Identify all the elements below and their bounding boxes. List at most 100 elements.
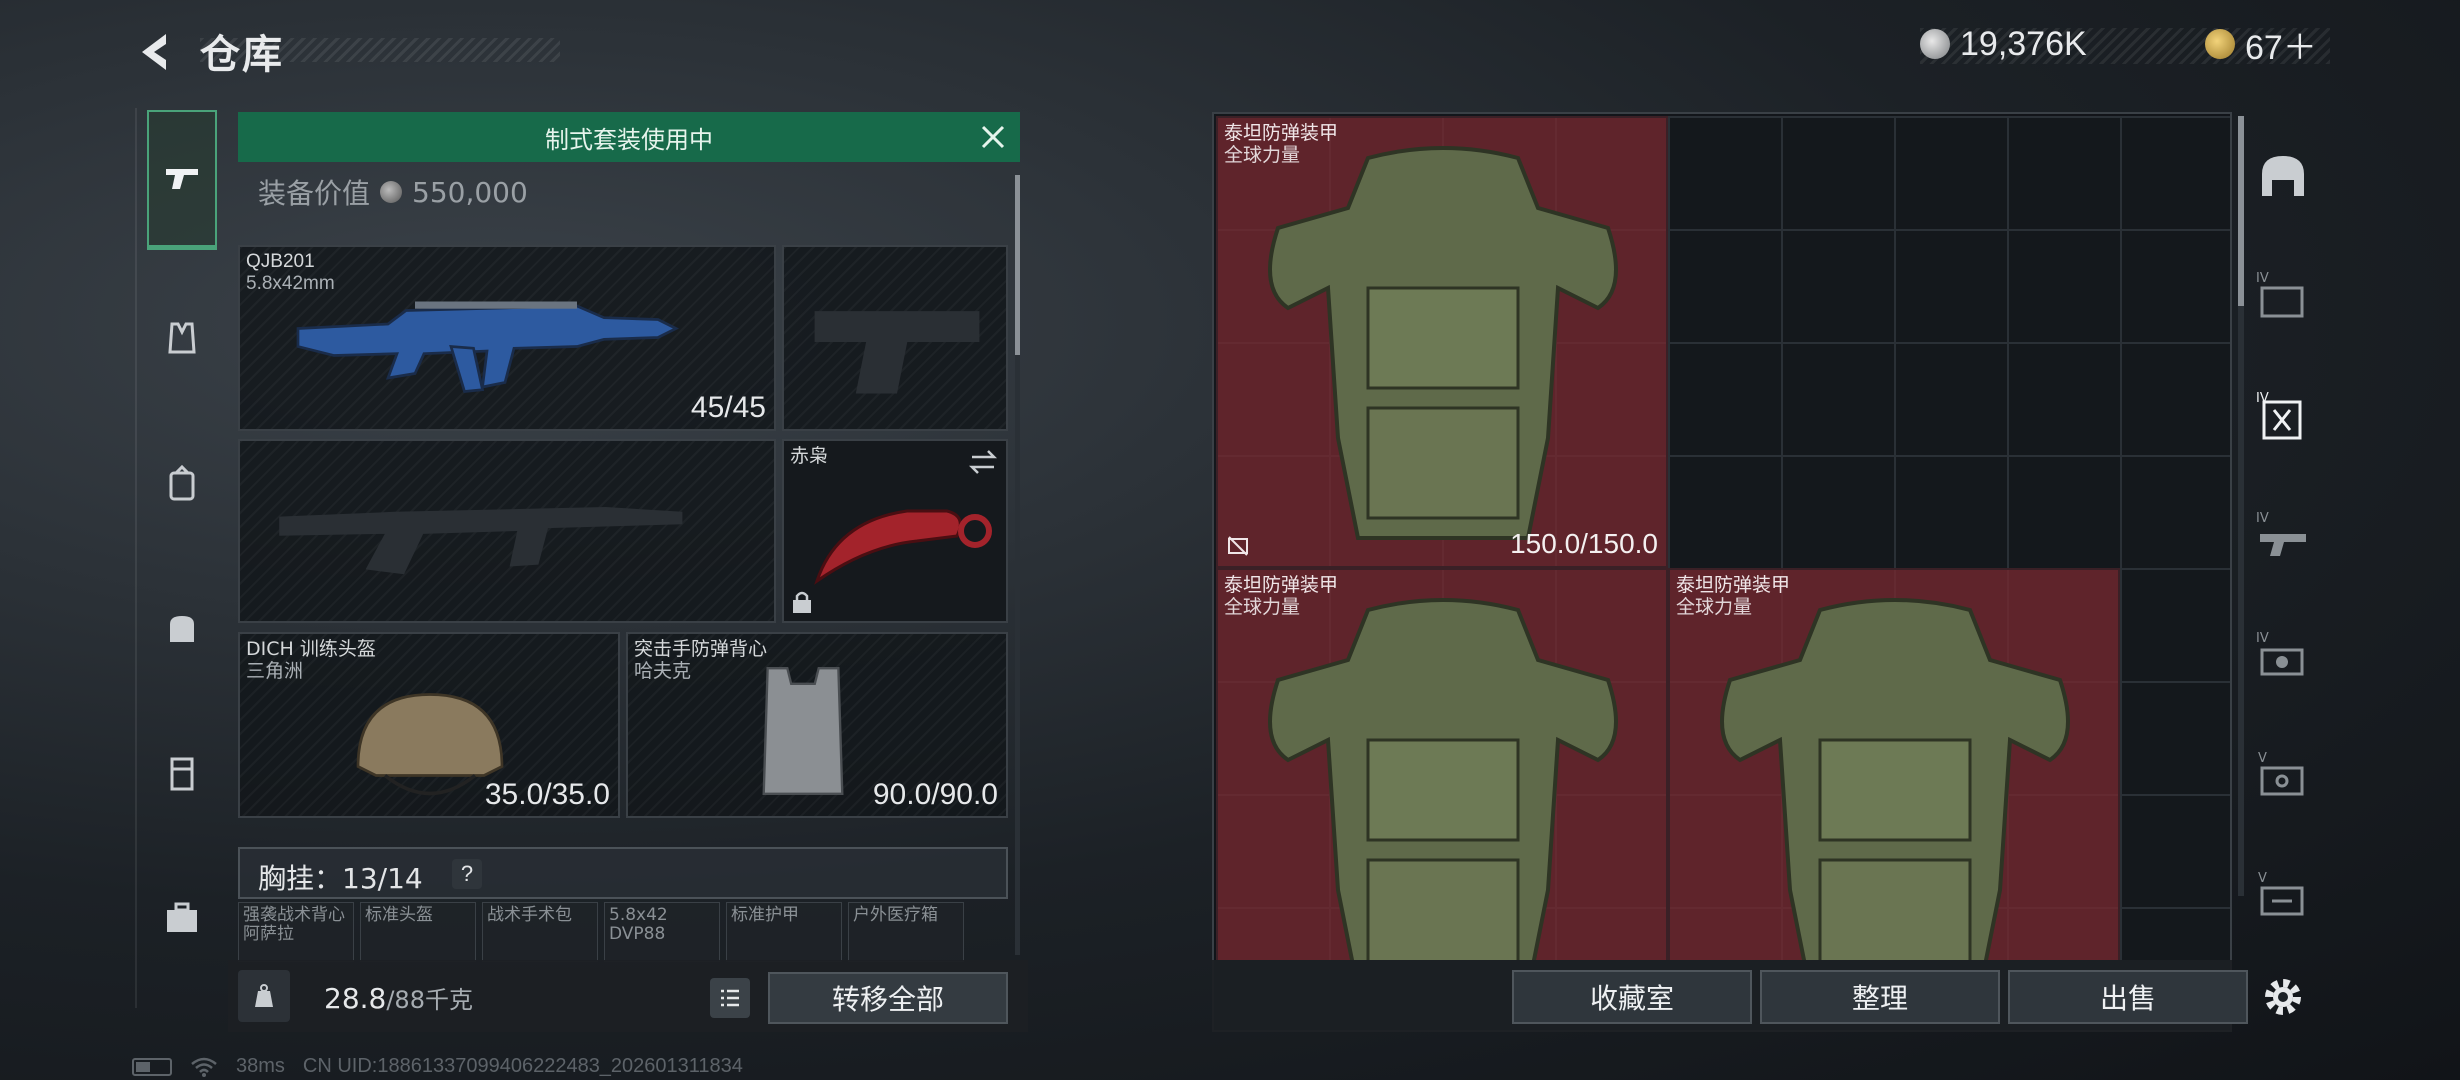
sidearm-slot[interactable]: [782, 245, 1008, 431]
rig-slot-5[interactable]: 标准护甲: [726, 902, 842, 962]
nav-tab-weapon[interactable]: [147, 110, 217, 250]
svg-text:V: V: [2258, 751, 2267, 766]
titan-armor-image: [1268, 598, 1618, 960]
nav-tab-briefcase[interactable]: [147, 878, 217, 958]
locker-icon: [170, 757, 194, 791]
storage-tab-1[interactable]: [2253, 142, 2313, 212]
carry-weight-capacity: /88千克: [386, 986, 473, 1014]
lock-icon: [793, 591, 811, 613]
armor-iv-icon: IV: [2256, 391, 2302, 440]
rig-slot-label: 标准头盔: [365, 905, 433, 925]
backpack-icon: [169, 464, 195, 501]
rig-slot-2[interactable]: 标准头盔: [360, 902, 476, 962]
nav-tab-backpack[interactable]: [147, 443, 217, 523]
storage-item[interactable]: 泰坦防弹装甲 全球力量: [1668, 568, 2120, 960]
melee-slot[interactable]: 赤枭: [782, 439, 1008, 623]
help-button[interactable]: ?: [452, 859, 482, 889]
sell-button[interactable]: 出售: [2008, 970, 2248, 1024]
rig-slot-sub: 阿萨拉: [243, 924, 294, 944]
storage-grid[interactable]: 泰坦防弹装甲 全球力量 150.0/150.0 泰坦防弹装甲 全球力量 泰坦防弹…: [1216, 116, 2230, 960]
armor-name: 突击手防弹背心: [634, 638, 768, 660]
rig-slot-label: 标准护甲: [731, 905, 799, 925]
pistol-silhouette: [814, 311, 980, 394]
nav-tab-vest[interactable]: [147, 298, 217, 378]
helmet-durability: 35.0/35.0: [484, 778, 610, 811]
secondary-weapon-slot[interactable]: [238, 439, 776, 623]
gold-currency[interactable]: 67＋: [2205, 24, 2317, 67]
rig-slot-4[interactable]: 5.8x42 DVP88: [604, 902, 720, 962]
silver-coin-icon: [1920, 29, 1950, 59]
primary-weapon-slot[interactable]: QJB201 5.8x42mm 45/45: [238, 245, 776, 431]
gear-iv-icon: IV: [2256, 631, 2304, 676]
helmet-slot[interactable]: DICH 训练头盔 三角洲 35.0/35.0: [238, 632, 620, 818]
user-uid: CN UID:188613370994062224​83_20260131183…: [302, 1055, 743, 1077]
armor-durability: 90.0/90.0: [872, 778, 998, 811]
storage-tab-5[interactable]: IV: [2253, 622, 2313, 692]
collection-room-button[interactable]: 收藏室: [1512, 970, 1752, 1024]
melee-name: 赤枭: [790, 445, 829, 467]
rig-slot-6[interactable]: 户外医疗箱: [848, 902, 964, 962]
rig-slot-1[interactable]: 强袭战术背心 阿萨拉: [238, 902, 354, 962]
loadout-scrollbar[interactable]: [1015, 175, 1020, 955]
chest-rig-capacity: 胸挂：13/14: [258, 862, 423, 895]
svg-text:IV: IV: [2256, 391, 2269, 406]
gold-coin-icon: [2205, 29, 2235, 59]
storage-item[interactable]: 泰坦防弹装甲 全球力量: [1216, 568, 1668, 960]
left-category-nav: [135, 108, 225, 1008]
item-durability: 150.0/150.0: [1510, 528, 1658, 559]
storage-category-rail: IV IV IV IV V V: [2245, 112, 2320, 1032]
battery-icon: [132, 1057, 172, 1076]
rig-slot-label: 强袭战术背心: [243, 905, 345, 925]
case-v-icon: V: [2258, 751, 2304, 796]
rifle-silhouette: [279, 507, 683, 575]
rifle-image: [296, 301, 680, 393]
titan-armor-image: [1720, 598, 2070, 960]
weapon-name: QJB201: [246, 251, 315, 272]
svg-text:IV: IV: [2256, 511, 2269, 526]
weight-icon: [238, 970, 290, 1022]
item-name: 泰坦防弹装甲: [1224, 574, 1339, 596]
item-faction: 全球力量: [1224, 144, 1301, 166]
case-v2-icon: V: [2258, 871, 2304, 916]
coin-icon: [380, 181, 403, 203]
storage-tab-2[interactable]: IV: [2253, 262, 2313, 332]
repair-icon: [1228, 536, 1248, 556]
pistol-icon: [166, 168, 198, 189]
scrollbar-thumb[interactable]: [1015, 175, 1020, 355]
storage-scrollbar[interactable]: [2238, 116, 2244, 896]
item-name: 泰坦防弹装甲: [1676, 574, 1791, 596]
sort-button[interactable]: 整理: [1760, 970, 2000, 1024]
close-icon[interactable]: [978, 122, 1008, 152]
svg-text:IV: IV: [2256, 271, 2269, 286]
back-button[interactable]: [132, 28, 180, 76]
preset-banner: 制式套装使用中: [238, 112, 1020, 162]
status-bar: 38ms CN UID:188613370994062224​83_202601…: [132, 1055, 743, 1078]
scrollbar-thumb[interactable]: [2238, 116, 2244, 306]
storage-tab-6[interactable]: V: [2253, 742, 2313, 812]
transfer-all-button[interactable]: 转移全部: [768, 972, 1008, 1024]
list-icon: [721, 989, 739, 1007]
armor-faction: 哈夫克: [634, 660, 692, 682]
nav-tab-bag[interactable]: [147, 588, 217, 668]
helmet-faction: 三角洲: [246, 660, 304, 682]
chest-rig-header[interactable]: 胸挂：13/14 ?: [238, 847, 1008, 899]
rig-slot-3[interactable]: 战术手术包: [482, 902, 598, 962]
storage-tab-7[interactable]: V: [2253, 862, 2313, 932]
silver-currency[interactable]: 19,376K: [1920, 24, 2087, 64]
rig-slot-label: 战术手术包: [487, 905, 572, 925]
rig-slot-label: 5.8x42: [609, 905, 668, 925]
armor-slot[interactable]: 突击手防弹背心 哈夫克 90.0/90.0: [626, 632, 1008, 818]
storage-tab-3[interactable]: IV: [2253, 382, 2313, 452]
helmet-name: DICH 训练头盔: [246, 638, 376, 660]
swap-icon[interactable]: [968, 447, 998, 477]
carry-weight-value: 28.8: [324, 982, 387, 1015]
gold-amount: 67＋: [2245, 28, 2317, 67]
list-view-button[interactable]: [710, 978, 750, 1018]
bag-icon: [170, 616, 194, 642]
nav-tab-locker[interactable]: [147, 733, 217, 813]
settings-button[interactable]: [2253, 962, 2313, 1032]
helmet-icon: [2262, 156, 2304, 196]
storage-tab-4[interactable]: IV: [2253, 502, 2313, 572]
storage-item[interactable]: 泰坦防弹装甲 全球力量 150.0/150.0: [1216, 116, 1668, 568]
ping-value: 38ms: [236, 1055, 285, 1077]
